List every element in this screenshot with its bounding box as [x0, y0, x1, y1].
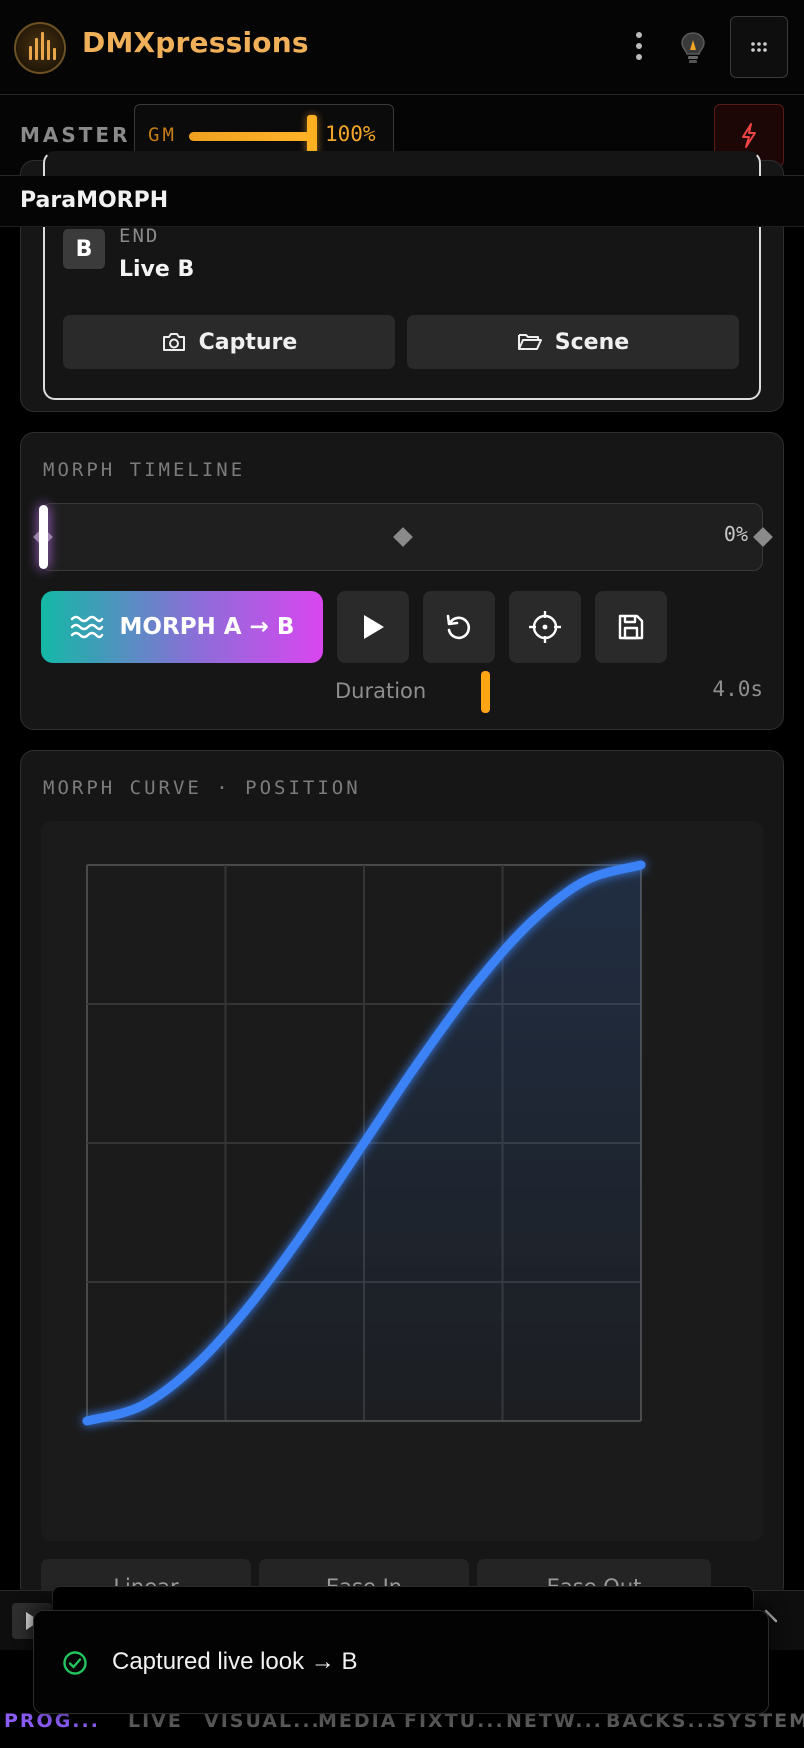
- app-logo[interactable]: [14, 22, 66, 74]
- reset-button[interactable]: [423, 591, 495, 663]
- check-circle-icon: [63, 1651, 87, 1675]
- camera-icon: [162, 333, 185, 351]
- toast-message: Captured live look → B: [112, 1648, 358, 1675]
- timeline-playhead[interactable]: [39, 505, 48, 569]
- play-button[interactable]: [337, 591, 409, 663]
- capture-label: Capture: [198, 329, 298, 355]
- toast-stack-shadow: [52, 1586, 754, 1613]
- morph-curve-card: MORPH CURVE · POSITION Linear Ease In: [20, 750, 784, 1619]
- keyframe-end-marker[interactable]: [753, 527, 773, 547]
- morph-a-to-b-button[interactable]: MORPH A → B: [41, 591, 323, 663]
- capture-button[interactable]: Capture: [63, 315, 395, 369]
- keyframe-mid-marker[interactable]: [393, 527, 413, 547]
- curve-plot-area[interactable]: [41, 821, 763, 1541]
- play-icon: [364, 615, 384, 639]
- save-button[interactable]: [595, 591, 667, 663]
- waves-icon: [70, 615, 103, 639]
- top-app-bar: DMXpressions: [0, 0, 804, 95]
- gm-label: GM: [148, 124, 177, 146]
- toast-notification[interactable]: Captured live look → B: [33, 1610, 769, 1714]
- scene-button[interactable]: Scene: [407, 315, 739, 369]
- save-icon: [618, 614, 644, 640]
- crosshair-icon: [529, 611, 561, 643]
- section-title-overlay: ParaMORPH: [20, 188, 169, 213]
- scene-label: Scene: [554, 329, 630, 355]
- gm-slider-thumb[interactable]: [307, 115, 317, 156]
- master-label: MASTER: [20, 123, 131, 147]
- section-header-overlay: ParaMORPH: [0, 176, 804, 227]
- gm-value: 100%: [325, 122, 376, 146]
- end-slot-value: Live B: [119, 257, 195, 282]
- duration-value: 4.0s: [712, 677, 763, 701]
- timeline-percent: 0%: [723, 522, 748, 546]
- gm-slider-fill: [189, 132, 313, 141]
- apps-menu-button[interactable]: [730, 16, 788, 78]
- target-button[interactable]: [509, 591, 581, 663]
- gm-slider-track[interactable]: [189, 132, 313, 141]
- morph-button-label: MORPH A → B: [119, 614, 295, 640]
- end-slot-label: END: [119, 225, 160, 247]
- morph-timeline-track[interactable]: 0%: [33, 503, 773, 571]
- curve-chart[interactable]: [41, 821, 763, 1541]
- rotate-ccw-icon: [446, 614, 470, 640]
- app-title: DMXpressions: [82, 26, 309, 59]
- morph-timeline-card: MORPH TIMELINE 0% MORPH A → B Duration 4…: [20, 432, 784, 730]
- morph-curve-label: MORPH CURVE · POSITION: [43, 777, 361, 799]
- duration-slider-thumb[interactable]: [481, 671, 490, 713]
- dots-grid-icon: [751, 42, 767, 52]
- end-slot-badge: B: [63, 229, 105, 269]
- duration-label: Duration: [335, 679, 427, 703]
- morph-timeline-label: MORPH TIMELINE: [43, 459, 246, 481]
- lightbulb-icon[interactable]: [678, 30, 708, 66]
- more-options-icon[interactable]: [624, 26, 654, 66]
- folder-open-icon: [517, 334, 542, 350]
